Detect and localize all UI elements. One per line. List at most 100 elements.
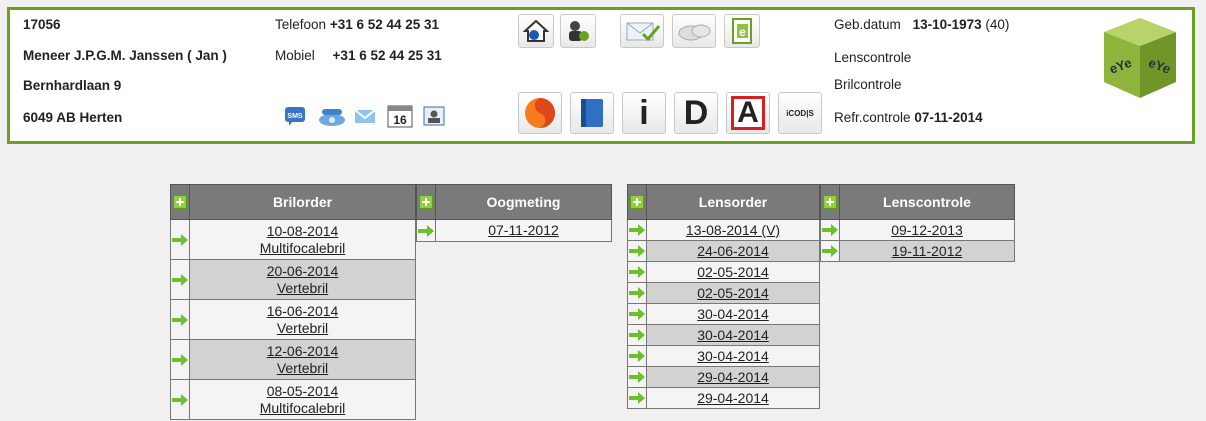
refr-label: Refr.controle [834,110,911,125]
user-admin-icon[interactable] [560,14,596,48]
glasses-check-label: Brilcontrole [834,77,902,92]
calendar-day: 16 [393,113,407,127]
lensorder-date[interactable]: 24-06-2014 [647,243,819,260]
eyeeye-logo: eYe eYe [1100,14,1180,102]
arrow-icon[interactable] [627,282,647,304]
book-icon[interactable] [570,92,614,134]
arrow-icon[interactable] [627,240,647,262]
sms-icon[interactable]: SMS [282,103,308,129]
arrow-icon[interactable] [627,219,647,241]
brilorder-table: Brilorder 10-08-2014 Multifocalebril 20-0… [170,184,416,420]
mobile-number[interactable]: +31 6 52 44 25 31 [333,48,442,63]
table-row[interactable]: 02-05-2014 [627,282,820,304]
brilorder-header: Brilorder [189,184,416,220]
lenscontrole-header: Lenscontrole [839,184,1015,220]
arrow-icon[interactable] [627,324,647,346]
arrow-icon[interactable] [820,240,840,262]
lens-check-label: Lenscontrole [834,50,912,65]
lenscontrole-date[interactable]: 19-11-2012 [840,243,1014,260]
brilorder-date[interactable]: 20-06-2014 [190,263,415,280]
brilorder-type[interactable]: Multifocalebril [190,400,415,417]
table-row[interactable]: 20-06-2014 Vertebril [170,259,416,300]
patient-street: Bernhardlaan 9 [23,78,122,93]
arrow-icon[interactable] [627,387,647,409]
oogmeting-date[interactable]: 07-11-2012 [436,222,611,239]
table-row[interactable]: 16-06-2014 Vertebril [170,299,416,340]
lensorder-date[interactable]: 29-04-2014 [647,390,819,407]
home-icon[interactable] [518,14,554,48]
mobile-label: Mobiel [275,48,315,63]
brilorder-add-button[interactable] [170,184,190,220]
arrow-icon[interactable] [170,259,190,300]
patient-city: 6049 AB Herten [23,110,123,125]
mail-check-icon[interactable] [620,14,664,48]
arrow-icon[interactable] [820,219,840,241]
table-row[interactable]: 12-06-2014 Vertebril [170,339,416,380]
info-i-icon[interactable]: i [622,92,666,134]
lensorder-date[interactable]: 02-05-2014 [647,264,819,281]
calendar-16-icon[interactable]: 16 [385,103,415,129]
brilorder-type[interactable]: Vertebril [190,280,415,297]
brilorder-date[interactable]: 08-05-2014 [190,383,415,400]
arrow-icon[interactable] [170,299,190,340]
brilorder-type[interactable]: Multifocalebril [190,240,415,257]
svg-text:e: e [739,25,746,39]
table-row[interactable]: 29-04-2014 [627,387,820,409]
brilorder-type[interactable]: Vertebril [190,360,415,377]
mobile-row: Mobiel +31 6 52 44 25 31 [275,48,442,63]
phone-number[interactable]: +31 6 52 44 25 31 [330,17,439,32]
oogmeting-add-button[interactable] [416,184,436,220]
codis-icon[interactable]: iCOD|S [778,92,822,134]
table-row[interactable]: 30-04-2014 [627,345,820,367]
lensorder-date[interactable]: 13-08-2014 (V) [647,222,819,239]
table-row[interactable]: 10-08-2014 Multifocalebril [170,219,416,260]
d-icon[interactable]: D [674,92,718,134]
d-icon-label: D [683,93,709,132]
app-orange-icon[interactable] [518,92,562,134]
phone-row: Telefoon +31 6 52 44 25 31 [275,17,439,32]
table-row[interactable]: 08-05-2014 Multifocalebril [170,379,416,420]
arrow-icon[interactable] [627,345,647,367]
table-row[interactable]: 07-11-2012 [416,219,612,242]
lensorder-add-button[interactable] [627,184,647,220]
phone-icon[interactable] [316,103,348,129]
disc-icon[interactable] [672,14,716,48]
arrow-icon[interactable] [170,379,190,420]
oogmeting-table: Oogmeting 07-11-2012 [416,184,612,242]
info-i-label: i [639,93,649,132]
document-e-icon[interactable]: e [724,14,760,48]
arrow-icon[interactable] [627,366,647,388]
table-row[interactable]: 30-04-2014 [627,303,820,325]
patient-id: 17056 [23,17,61,32]
lensorder-date[interactable]: 30-04-2014 [647,348,819,365]
table-row[interactable]: 02-05-2014 [627,261,820,283]
table-row[interactable]: 30-04-2014 [627,324,820,346]
table-row[interactable]: 24-06-2014 [627,240,820,262]
arrow-icon[interactable] [170,219,190,260]
lenscontrole-table: Lenscontrole 09-12-2013 19-11-2012 [820,184,1015,262]
brilorder-date[interactable]: 16-06-2014 [190,303,415,320]
lensorder-date[interactable]: 30-04-2014 [647,327,819,344]
envelope-icon[interactable] [352,103,378,129]
brilorder-date[interactable]: 10-08-2014 [190,223,415,240]
lenscontrole-date[interactable]: 09-12-2013 [840,222,1014,239]
lenscontrole-add-button[interactable] [820,184,840,220]
table-row[interactable]: 29-04-2014 [627,366,820,388]
brilorder-type[interactable]: Vertebril [190,320,415,337]
dob-label: Geb.datum [834,17,901,32]
table-row[interactable]: 19-11-2012 [820,240,1015,262]
table-row[interactable]: 09-12-2013 [820,219,1015,241]
arrow-icon[interactable] [627,303,647,325]
table-row[interactable]: 13-08-2014 (V) [627,219,820,241]
arrow-icon[interactable] [627,261,647,283]
lensorder-date[interactable]: 30-04-2014 [647,306,819,323]
brilorder-date[interactable]: 12-06-2014 [190,343,415,360]
codis-label: iCOD|S [786,108,814,118]
a-icon[interactable]: A [726,92,770,134]
contact-card-icon[interactable] [421,103,447,129]
arrow-icon[interactable] [416,219,436,242]
phone-label: Telefoon [275,17,327,32]
lensorder-date[interactable]: 02-05-2014 [647,285,819,302]
lensorder-date[interactable]: 29-04-2014 [647,369,819,386]
arrow-icon[interactable] [170,339,190,380]
